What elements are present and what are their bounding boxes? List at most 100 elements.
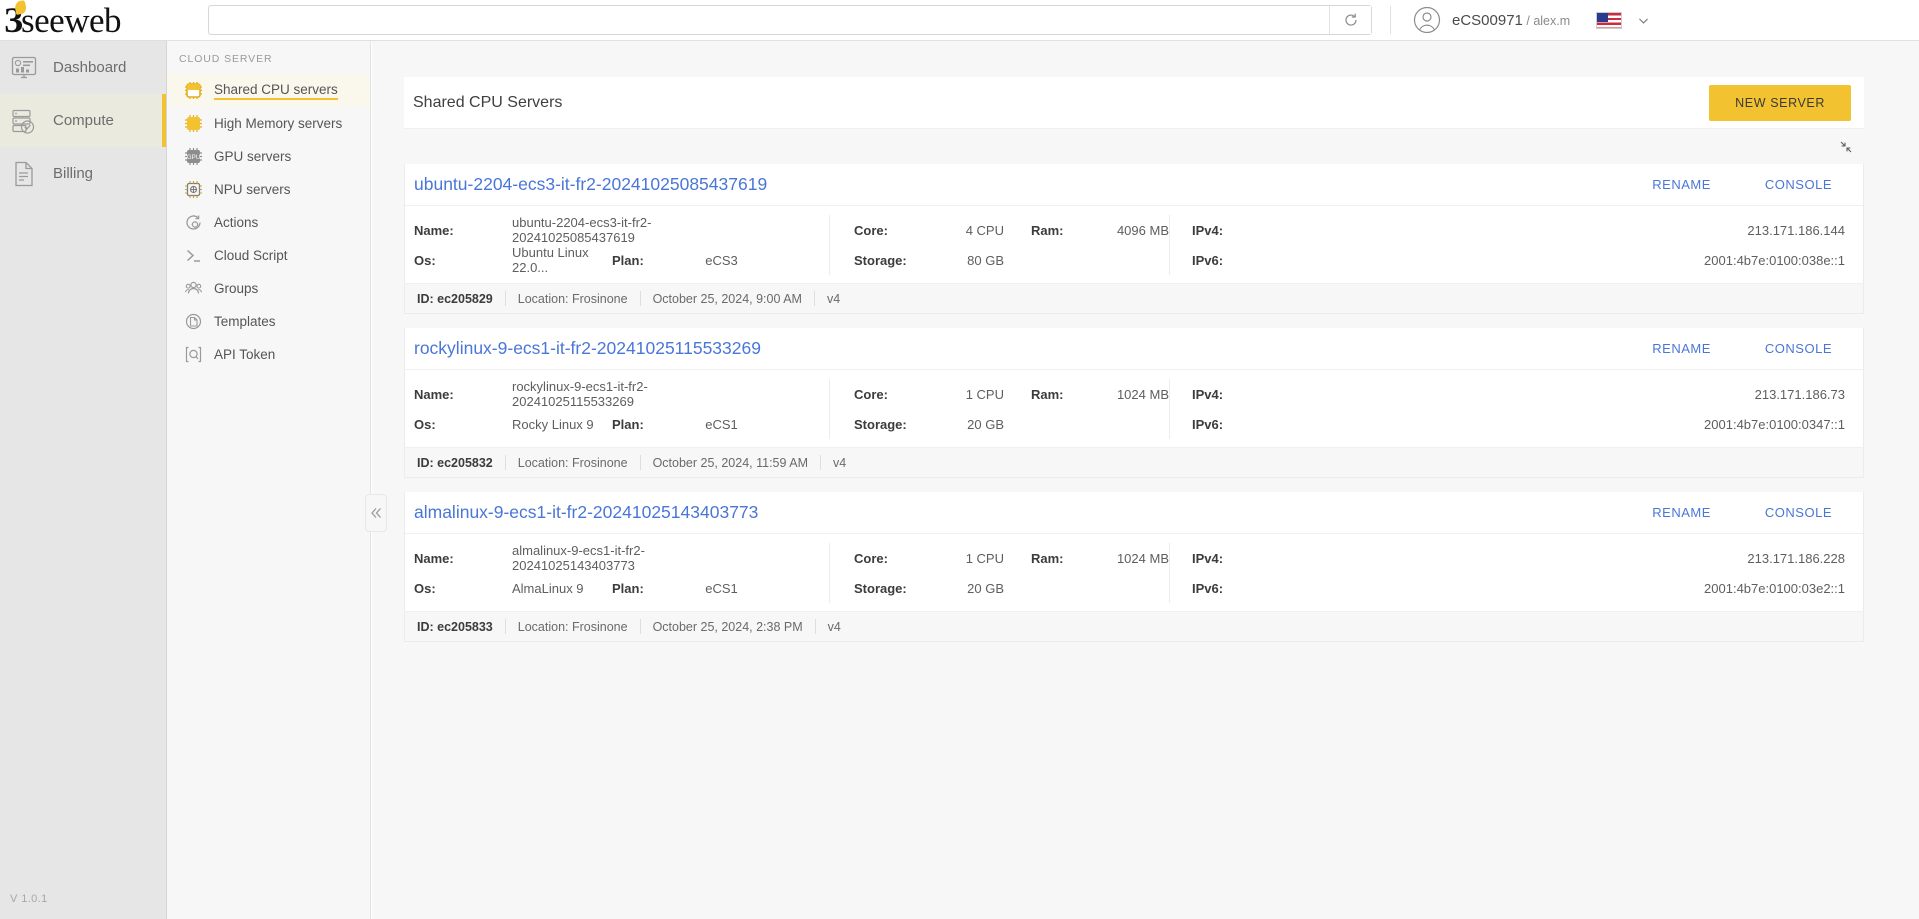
server-card-footer: ID: ec205833 Location: Frosinone October…	[405, 611, 1863, 641]
sidebar-item-label: API Token	[214, 347, 276, 362]
dashboard-icon	[10, 54, 38, 82]
server-location: Location: Frosinone	[517, 291, 628, 306]
name-label: Name:	[414, 222, 454, 238]
sidebar-item-label: Compute	[53, 112, 114, 129]
terminal-icon	[183, 246, 203, 266]
sidebar-collapse-button[interactable]	[365, 494, 387, 532]
sidebar-item-label: NPU servers	[214, 182, 291, 197]
storage-label: Storage:	[854, 252, 907, 268]
server-card: rockylinux-9-ecs1-it-fr2-202410251155332…	[404, 328, 1864, 478]
server-storage-row: Storage: 80 GB	[854, 245, 1009, 275]
flag-canton	[1597, 12, 1609, 22]
server-created: October 25, 2024, 11:59 AM	[652, 455, 808, 470]
server-id: ID: ec205832	[417, 455, 493, 470]
console-button[interactable]: CONSOLE	[1765, 177, 1832, 192]
search-box[interactable]	[208, 5, 1372, 35]
sidebar-item-dashboard[interactable]: Dashboard	[0, 41, 166, 94]
sidebar-item-billing[interactable]: Billing	[0, 147, 166, 200]
server-ipv4-row: IPv4: 213.171.186.144	[1192, 215, 1845, 245]
console-button[interactable]: CONSOLE	[1765, 505, 1832, 520]
account-label: eCS00971 / alex.m	[1452, 12, 1570, 29]
ipv4-label: IPv4:	[1192, 550, 1224, 566]
server-card-body: Name: rockylinux-9-ecs1-it-fr2-202410251…	[405, 370, 1863, 447]
logo-text: seeweb	[21, 0, 122, 40]
main-content: Shared CPU Servers NEW SERVER ubuntu-220…	[372, 41, 1919, 919]
sidebar-item-cloud-script[interactable]: Cloud Script	[167, 239, 370, 272]
plan-label: Plan:	[612, 416, 644, 432]
server-ipv6-row: IPv6: 2001:4b7e:0100:038e::1	[1192, 245, 1845, 275]
server-identity-column: Name: almalinux-9-ecs1-it-fr2-2024102514…	[405, 543, 829, 603]
server-ram-column: Ram: 1024 MB	[1009, 379, 1169, 439]
sidebar-item-high-memory-servers[interactable]: High Memory servers	[167, 107, 370, 140]
sidebar-item-label: Groups	[214, 281, 259, 296]
account-separator: /	[1522, 13, 1534, 28]
server-name-link[interactable]: almalinux-9-ecs1-it-fr2-2024102514340377…	[414, 502, 758, 523]
collapse-diagonal-icon[interactable]	[1839, 140, 1853, 154]
server-ip-version: v4	[827, 619, 841, 634]
page-header: Shared CPU Servers NEW SERVER	[404, 77, 1864, 129]
name-value: ubuntu-2204-ecs3-it-fr2-2024102508543761…	[512, 215, 652, 245]
server-name-link[interactable]: ubuntu-2204-ecs3-it-fr2-2024102508543761…	[414, 174, 767, 195]
sidebar-item-compute[interactable]: Compute	[0, 94, 166, 147]
search-input[interactable]	[209, 6, 1329, 34]
plan-label: Plan:	[612, 580, 644, 596]
server-location: Location: Frosinone	[517, 455, 628, 470]
sidebar-item-label: Billing	[53, 165, 94, 182]
plan-label: Plan:	[612, 252, 644, 268]
server-core-row: Core: 4 CPU	[854, 215, 1009, 245]
user-account[interactable]: eCS00971 / alex.m	[1413, 6, 1570, 34]
name-label: Name:	[414, 386, 454, 402]
storage-label: Storage:	[854, 416, 907, 432]
ram-value: 4096 MB	[1116, 222, 1169, 238]
api-token-icon	[183, 345, 203, 365]
os-value: Ubuntu Linux 22.0...	[512, 245, 589, 275]
ipv6-value: 2001:4b7e:0100:0347::1	[1704, 416, 1845, 432]
server-id: ID: ec205833	[417, 619, 493, 634]
gpu-icon: GPU	[183, 147, 203, 167]
ram-label: Ram:	[1031, 386, 1064, 402]
sidebar-item-api-token[interactable]: API Token	[167, 338, 370, 371]
server-name-row: Name: rockylinux-9-ecs1-it-fr2-202410251…	[414, 379, 829, 409]
ram-value: 1024 MB	[1116, 550, 1169, 566]
chevron-down-icon[interactable]	[1637, 14, 1650, 27]
ipv6-value: 2001:4b7e:0100:03e2::1	[1704, 580, 1845, 596]
server-ipv6-row: IPv6: 2001:4b7e:0100:0347::1	[1192, 409, 1845, 439]
ipv4-value: 213.171.186.73	[1754, 386, 1845, 402]
us-flag-icon[interactable]	[1596, 11, 1623, 29]
ipv6-value: 2001:4b7e:0100:038e::1	[1704, 252, 1845, 268]
sidebar-item-groups[interactable]: Groups	[167, 272, 370, 305]
os-value: Rocky Linux 9	[512, 416, 594, 432]
server-card: almalinux-9-ecs1-it-fr2-2024102514340377…	[404, 492, 1864, 642]
rename-button[interactable]: RENAME	[1652, 341, 1711, 356]
core-label: Core:	[854, 386, 888, 402]
server-name-link[interactable]: rockylinux-9-ecs1-it-fr2-202410251155332…	[414, 338, 761, 359]
server-network-column: IPv4: 213.171.186.144 IPv6: 2001:4b7e:01…	[1169, 215, 1863, 275]
refresh-icon	[1344, 13, 1357, 26]
server-ram-row: Ram: 1024 MB	[1031, 543, 1169, 573]
seeweb-logo[interactable]: З seeweb	[0, 0, 171, 41]
sidebar-item-gpu-servers[interactable]: GPU GPU servers	[167, 140, 370, 173]
refresh-button[interactable]	[1329, 6, 1371, 34]
server-os-plan-row: Os: AlmaLinux 9 Plan: eCS1	[414, 573, 829, 603]
ram-value: 1024 MB	[1116, 386, 1169, 402]
server-card: ubuntu-2204-ecs3-it-fr2-2024102508543761…	[404, 164, 1864, 314]
document-icon	[10, 160, 38, 188]
console-button[interactable]: CONSOLE	[1765, 341, 1832, 356]
server-identity-column: Name: rockylinux-9-ecs1-it-fr2-202410251…	[405, 379, 829, 439]
sidebar-item-templates[interactable]: Templates	[167, 305, 370, 338]
sidebar-item-shared-cpu-servers[interactable]: Shared CPU servers	[167, 74, 370, 107]
rename-button[interactable]: RENAME	[1652, 505, 1711, 520]
server-ram-column: Ram: 1024 MB	[1009, 543, 1169, 603]
server-stack-icon	[10, 107, 38, 135]
new-server-button[interactable]: NEW SERVER	[1709, 84, 1851, 121]
rename-button[interactable]: RENAME	[1652, 177, 1711, 192]
name-value: rockylinux-9-ecs1-it-fr2-202410251155332…	[512, 379, 648, 409]
server-identity-column: Name: ubuntu-2204-ecs3-it-fr2-2024102508…	[405, 215, 829, 275]
sidebar-item-npu-servers[interactable]: NPU servers	[167, 173, 370, 206]
server-ipv4-row: IPv4: 213.171.186.73	[1192, 379, 1845, 409]
templates-icon	[183, 312, 203, 332]
server-card-footer: ID: ec205832 Location: Frosinone October…	[405, 447, 1863, 477]
server-card-header: ubuntu-2204-ecs3-it-fr2-2024102508543761…	[405, 164, 1863, 206]
sidebar-item-actions[interactable]: Actions	[167, 206, 370, 239]
list-toolbar	[404, 129, 1864, 164]
